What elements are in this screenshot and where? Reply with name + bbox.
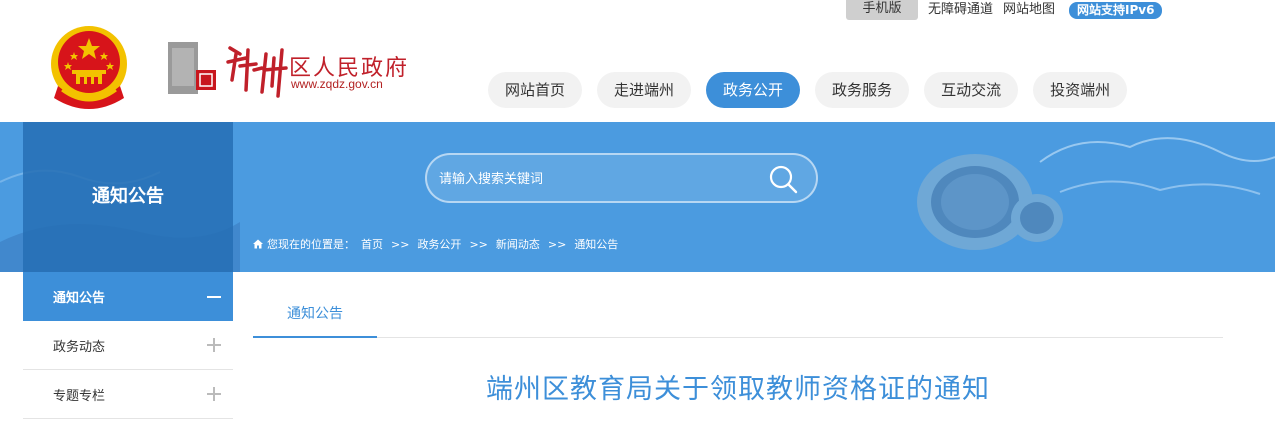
breadcrumb-separator: >> <box>469 237 488 251</box>
sidebar-item-label: 政务动态 <box>53 339 106 355</box>
sitemap-link[interactable]: 网站地图 <box>1003 1 1055 19</box>
breadcrumb-item-news[interactable]: 新闻动态 <box>496 236 540 252</box>
nav-item-home[interactable]: 网站首页 <box>488 72 583 108</box>
nav-item-interaction[interactable]: 互动交流 <box>924 72 1019 108</box>
sidebar-item-label: 专题专栏 <box>53 388 106 404</box>
main-nav: 网站首页 走进端州 政务公开 政务服务 互动交流 投资端州 <box>488 72 1142 108</box>
national-emblem-icon <box>51 26 127 109</box>
section-title: 通知公告 <box>92 186 164 207</box>
sidebar-item-notices[interactable]: 通知公告 <box>23 272 233 321</box>
breadcrumb-separator: >> <box>391 237 410 251</box>
search-icon[interactable] <box>768 164 798 194</box>
search-input[interactable] <box>439 168 759 190</box>
section-title-box: 通知公告 <box>23 122 233 272</box>
sidebar-item-label: 通知公告 <box>53 291 106 306</box>
breadcrumb-separator: >> <box>547 237 567 251</box>
breadcrumb-prefix: 您现在的位置是： <box>267 238 355 251</box>
content-tabbar: 通知公告 <box>253 296 1223 338</box>
sidebar-item-special-topics[interactable]: 专题专栏 <box>23 370 233 419</box>
sidebar-item-gov-news[interactable]: 政务动态 <box>23 321 233 370</box>
article-title: 端州区教育局关于领取教师资格证的通知 <box>486 374 990 405</box>
breadcrumb-item-home[interactable]: 首页 <box>361 236 383 252</box>
accessibility-link[interactable]: 无障碍通道 <box>928 1 993 19</box>
ipv6-badge: 网站支持IPv6 <box>1069 1 1163 19</box>
site-url: www.zqdz.gov.cn <box>291 77 383 91</box>
home-icon <box>253 239 263 249</box>
sidebar: 通知公告 政务动态 专题专栏 <box>23 272 233 419</box>
mobile-version-link[interactable]: 手机版 <box>846 0 918 20</box>
nav-item-about[interactable]: 走进端州 <box>597 72 692 108</box>
utility-bar: 手机版 无障碍通道 网站地图 网站支持IPv6 <box>846 0 1163 20</box>
nav-item-gov-affairs[interactable]: 政务公开 <box>706 72 801 108</box>
collapse-icon[interactable] <box>207 290 221 304</box>
expand-icon[interactable] <box>207 338 221 352</box>
expand-icon[interactable] <box>207 387 221 401</box>
search-box <box>425 153 818 203</box>
breadcrumb-item-notices[interactable]: 通知公告 <box>574 236 618 252</box>
breadcrumb-item-gov-affairs[interactable]: 政务公开 <box>417 236 461 252</box>
breadcrumb: 您现在的位置是： 首页 >> 政务公开 >> 新闻动态 >> 通知公告 <box>253 236 618 252</box>
nav-item-services[interactable]: 政务服务 <box>815 72 910 108</box>
tab-notices[interactable]: 通知公告 <box>253 296 377 338</box>
nav-item-investment[interactable]: 投资端州 <box>1033 72 1128 108</box>
